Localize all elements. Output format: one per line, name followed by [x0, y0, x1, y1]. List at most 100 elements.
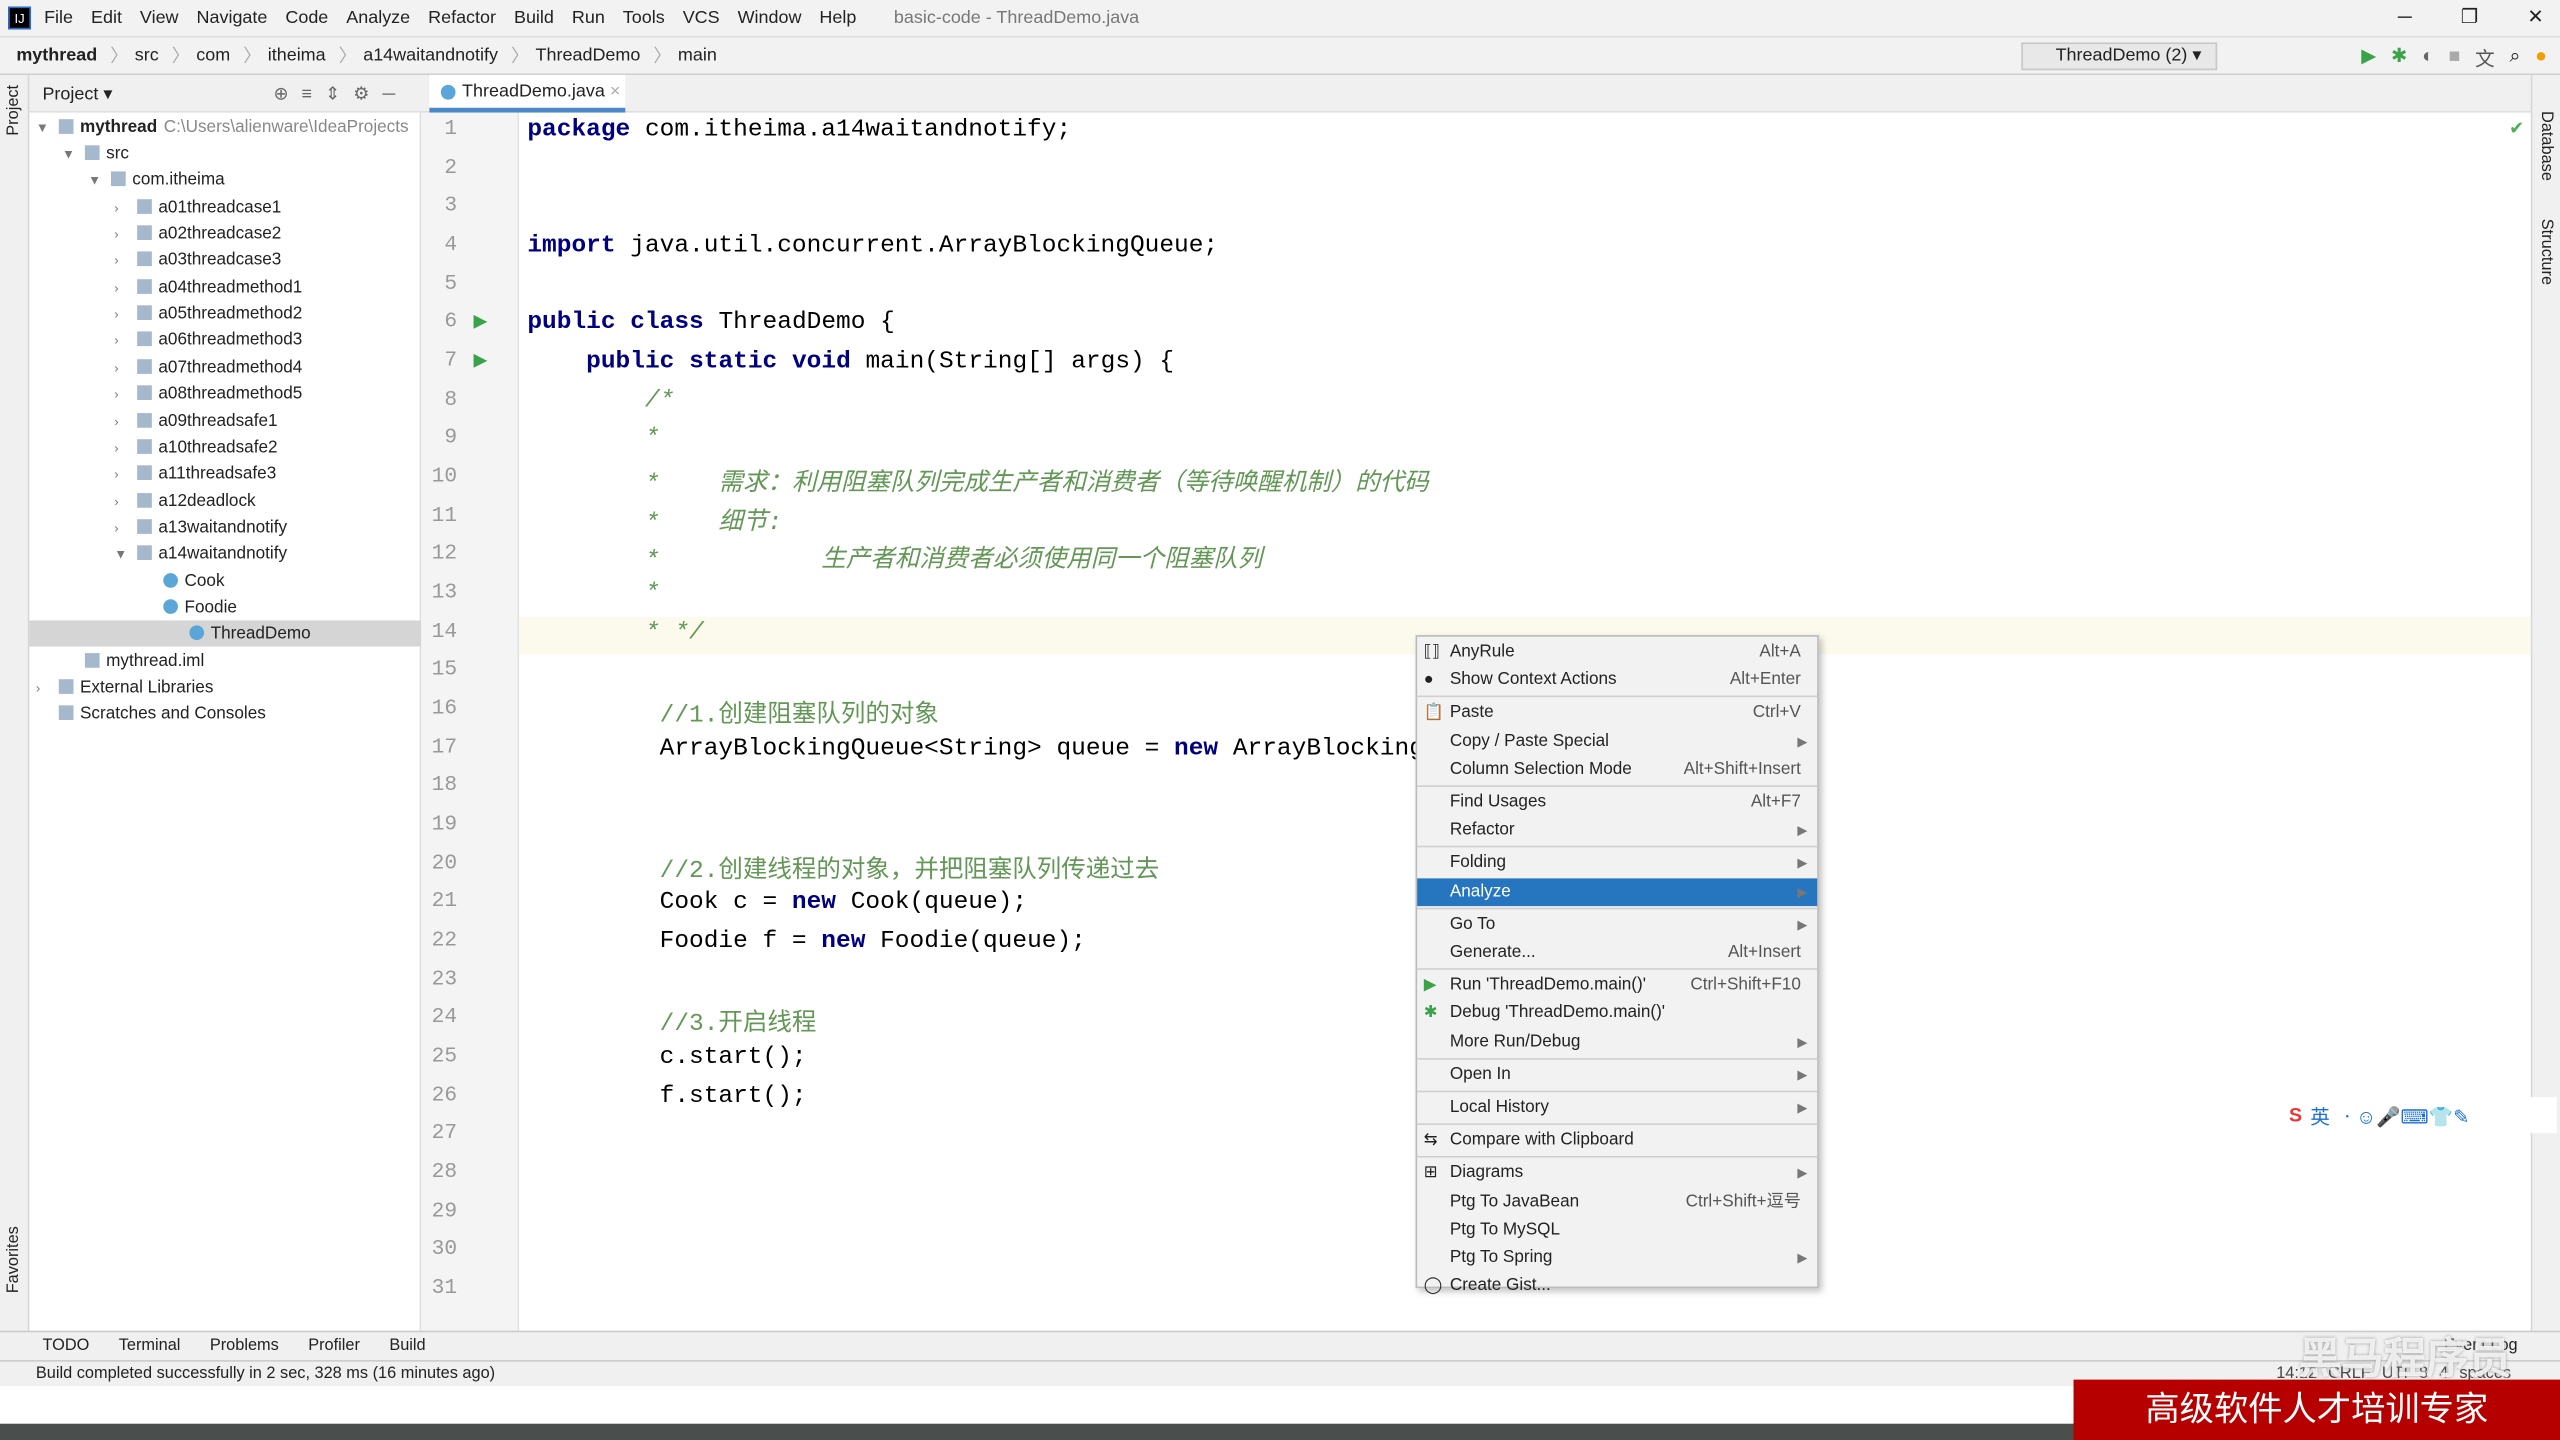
menu-analyze[interactable]: Analyze — [346, 8, 410, 28]
tab-threaddemo-java[interactable]: ThreadDemo.java × — [429, 75, 626, 113]
line-number: 10 — [431, 463, 458, 489]
menu-item-analyze[interactable]: Analyze ▶ — [1417, 877, 1818, 906]
menu-navigate[interactable]: Navigate — [197, 8, 268, 28]
translate-icon[interactable]: 文 — [2475, 44, 2495, 72]
menu-window[interactable]: Window — [738, 8, 802, 28]
menu-item-generate[interactable]: Generate... Alt+Insert — [1417, 939, 1817, 967]
project-view-select[interactable]: Project ▾ — [42, 82, 112, 104]
tree-item[interactable]: › a11threadsafe3 — [114, 461, 276, 487]
close-button[interactable]: ✕ — [2527, 5, 2543, 28]
restore-button[interactable]: ❐ — [2461, 5, 2479, 28]
context-menu: ⟦⟧ AnyRule Alt+A ● Show Context Actions Alt+E… — [1415, 635, 1819, 1295]
menu-item-ptg-to-javabean[interactable]: Ptg To JavaBean Ctrl+Shift+逗号 — [1417, 1188, 1817, 1216]
tree-item-label: a02threadcase2 — [158, 223, 282, 244]
menu-view[interactable]: View — [140, 8, 179, 28]
update-icon[interactable]: ● — [2535, 44, 2547, 72]
tool-window-profiler[interactable]: Profiler — [308, 1337, 360, 1355]
tree-item[interactable]: ▼ src — [62, 140, 129, 166]
tree-item[interactable]: Foodie — [140, 594, 237, 620]
tree-root[interactable]: ▼ mythread C:\Users\alienware\IdeaProjects — [36, 114, 409, 140]
menu-vcs[interactable]: VCS — [683, 8, 720, 28]
tree-item[interactable]: Cook — [140, 568, 225, 594]
tool-window-build[interactable]: Build — [389, 1337, 425, 1355]
menu-refactor[interactable]: Refactor — [428, 8, 496, 28]
panel-actions-icons[interactable]: ⊕≡⇕⚙─ — [273, 82, 408, 104]
menu-edit[interactable]: Edit — [91, 8, 122, 28]
tree-item[interactable]: › a02threadcase2 — [114, 220, 281, 246]
run-configuration-select[interactable]: ThreadDemo (2) ▾ — [2021, 42, 2218, 71]
tree-item[interactable]: › a04threadmethod1 — [114, 274, 302, 300]
stop-icon[interactable]: ■ — [2449, 44, 2461, 72]
ime-icons[interactable]: ㆍ☺🎤⌨👕✎ — [2338, 1101, 2470, 1129]
ime-lang[interactable]: 英 — [2310, 1101, 2330, 1129]
tree-item[interactable]: › a08threadmethod5 — [114, 381, 302, 407]
breadcrumb-item[interactable]: a14waitandnotify — [363, 46, 498, 66]
menu-item-run-threaddemo-main[interactable]: ▶ Run 'ThreadDemo.main()' Ctrl+Shift+F10 — [1417, 972, 1817, 1000]
breadcrumb-item[interactable]: mythread — [16, 46, 97, 66]
tool-window-todo[interactable]: TODO — [42, 1337, 89, 1355]
menu-item-local-history[interactable]: Local History ▶ — [1417, 1094, 1817, 1122]
menu-item-label: Paste — [1449, 702, 1494, 723]
project-tool-button[interactable]: Project — [5, 85, 23, 136]
menu-tools[interactable]: Tools — [623, 8, 665, 28]
menu-item-refactor[interactable]: Refactor ▶ — [1417, 817, 1817, 845]
tree-item[interactable]: › a13waitandnotify — [114, 514, 287, 540]
breadcrumb-item[interactable]: com — [196, 46, 230, 66]
minimize-button[interactable]: ─ — [2398, 5, 2412, 28]
menu-item-go-to[interactable]: Go To ▶ — [1417, 911, 1817, 939]
menu-item-create-gist[interactable]: ◯ Create Gist... — [1417, 1272, 1817, 1300]
tree-item[interactable]: › a12deadlock — [114, 487, 255, 513]
tree-item[interactable]: › a09threadsafe1 — [114, 407, 277, 433]
tree-item[interactable]: ▼ com.itheima — [88, 167, 225, 193]
run-gutter-icon[interactable]: ▶ — [473, 311, 487, 332]
menu-item-ptg-to-spring[interactable]: Ptg To Spring ▶ — [1417, 1244, 1817, 1272]
menu-item-column-selection-mode[interactable]: Column Selection Mode Alt+Shift+Insert — [1417, 756, 1817, 784]
tree-item[interactable]: Scratches and Consoles — [36, 701, 266, 727]
menu-item-paste[interactable]: 📋 Paste Ctrl+V — [1417, 699, 1817, 727]
menu-item-ptg-to-mysql[interactable]: Ptg To MySQL — [1417, 1216, 1817, 1244]
menu-item-anyrule[interactable]: ⟦⟧ AnyRule Alt+A — [1417, 638, 1817, 666]
menu-file[interactable]: File — [44, 8, 73, 28]
tree-item[interactable]: mythread.iml — [62, 648, 204, 674]
menu-item-folding[interactable]: Folding ▶ — [1417, 850, 1817, 878]
run-icon[interactable]: ▶ — [2361, 44, 2376, 72]
tree-item[interactable]: › a06threadmethod3 — [114, 327, 302, 353]
menu-item-show-context-actions[interactable]: ● Show Context Actions Alt+Enter — [1417, 666, 1817, 694]
tree-item[interactable]: ▼ a14waitandnotify — [114, 541, 287, 567]
run-gutter-icon[interactable]: ▶ — [473, 349, 487, 371]
tree-item[interactable]: › a07threadmethod4 — [114, 354, 302, 380]
tree-item[interactable]: › a10threadsafe2 — [114, 434, 277, 460]
breadcrumb-item[interactable]: ThreadDemo — [536, 46, 641, 66]
tree-item[interactable]: › a03threadcase3 — [114, 247, 281, 273]
database-tool-button[interactable]: Database — [2537, 111, 2555, 181]
menu-item-compare-with-clipboard[interactable]: ⇆ Compare with Clipboard — [1417, 1127, 1817, 1155]
tree-item[interactable]: › a01threadcase1 — [114, 194, 281, 220]
menu-item-debug-threaddemo-main[interactable]: ✱ Debug 'ThreadDemo.main()' — [1417, 1000, 1817, 1028]
structure-tool-button[interactable]: Structure — [2537, 219, 2555, 285]
breadcrumb-item[interactable]: itheima — [268, 46, 326, 66]
search-icon[interactable]: ⌕ — [2509, 44, 2520, 72]
menu-item-label: More Run/Debug — [1449, 1031, 1581, 1051]
coverage-icon[interactable]: ◐ — [2422, 44, 2434, 72]
menu-run[interactable]: Run — [572, 8, 605, 28]
tree-item[interactable]: › a05threadmethod2 — [114, 301, 302, 327]
menu-code[interactable]: Code — [285, 8, 328, 28]
close-tab-icon[interactable]: × — [610, 82, 621, 102]
menu-item-copy-paste-special[interactable]: Copy / Paste Special ▶ — [1417, 728, 1817, 756]
tree-item[interactable]: › External Libraries — [36, 674, 213, 700]
breadcrumb-item[interactable]: src — [135, 46, 159, 66]
menu-item-open-in[interactable]: Open In ▶ — [1417, 1061, 1817, 1089]
breadcrumb-item[interactable]: main — [678, 46, 717, 66]
favorites-tool-button[interactable]: Favorites — [5, 1226, 23, 1293]
tool-window-terminal[interactable]: Terminal — [119, 1337, 181, 1355]
menu-build[interactable]: Build — [514, 8, 554, 28]
debug-icon[interactable]: ✱ — [2391, 44, 2407, 72]
menu-help[interactable]: Help — [819, 8, 856, 28]
tree-item[interactable]: ThreadDemo — [29, 620, 422, 648]
menu-separator — [1417, 968, 1818, 971]
tool-window-problems[interactable]: Problems — [210, 1337, 279, 1355]
menu-item-diagrams[interactable]: ⊞ Diagrams ▶ — [1417, 1160, 1817, 1188]
folder-icon — [137, 358, 152, 374]
menu-item-more-run-debug[interactable]: More Run/Debug ▶ — [1417, 1028, 1817, 1056]
menu-item-find-usages[interactable]: Find Usages Alt+F7 — [1417, 789, 1817, 817]
